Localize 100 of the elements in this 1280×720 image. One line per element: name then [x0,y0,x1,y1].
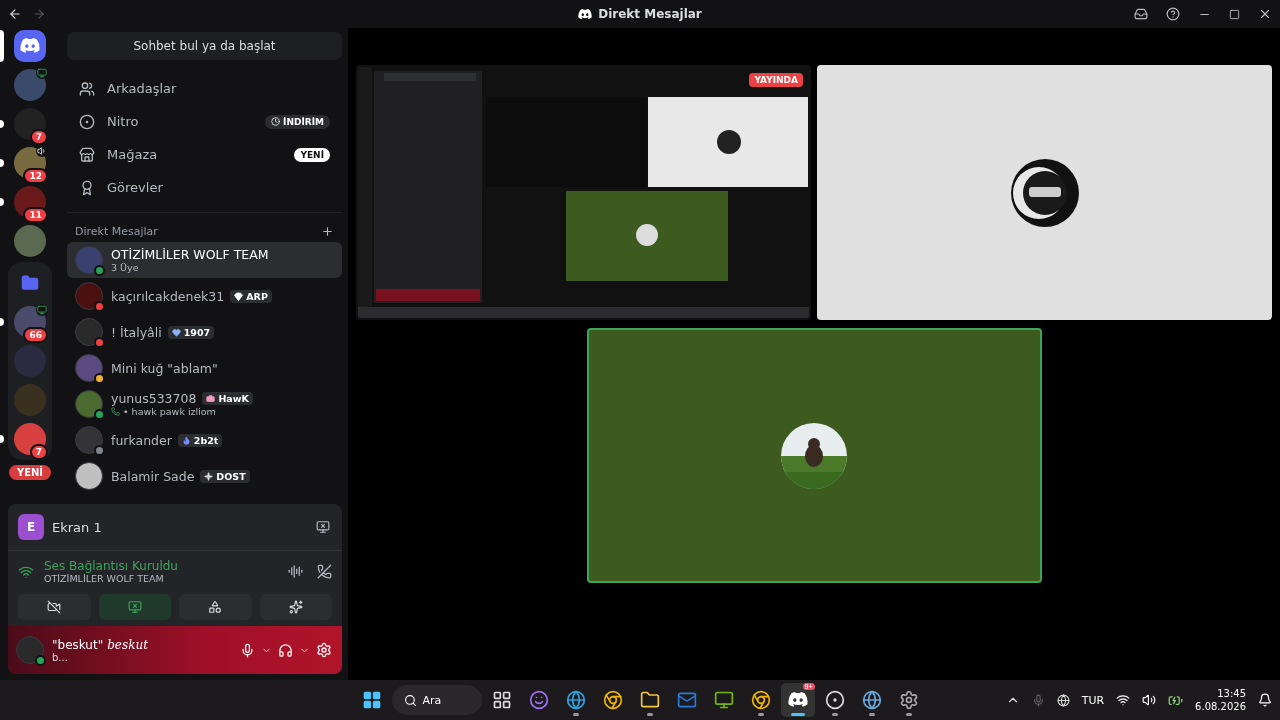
nav-label: Mağaza [107,147,158,162]
nav-label: Nitro [107,114,139,129]
gear-icon [898,690,919,710]
search-field[interactable]: Ara [391,685,482,715]
globe-icon [861,690,882,710]
shop-icon [79,146,95,163]
stream-tile[interactable]: YAYINDA [356,65,811,320]
sparkle-icon [204,471,214,481]
dm-name: OTİZİMLİLER WOLF TEAM [111,247,269,262]
activities-button[interactable] [179,594,252,620]
folder-icon [639,690,660,710]
settings-button[interactable] [314,640,334,660]
user-subtitle: b... [52,651,69,663]
add-icon[interactable] [321,225,334,238]
nav-tag: İNDİRİM [265,114,330,129]
disconnect-icon[interactable] [317,564,332,579]
mention-count: 12 [23,168,48,184]
chat-icon [528,690,549,710]
avatar [75,462,103,490]
dm-item[interactable]: yunus533708 HawK • hawk pawk izliom [67,386,342,422]
maximize-icon[interactable] [1229,8,1240,20]
voice-status: Ses Bağlantısı Kuruldu [44,559,178,573]
stream-icon: E [18,514,44,540]
monitor-icon [127,600,142,614]
dm-item[interactable]: kaçırılcakdenek31 ARP [67,278,342,314]
badge-icon [79,179,95,196]
globe-icon [565,690,586,710]
windows-icon [361,690,382,710]
dm-subtitle: • hawk pawk izliom [123,406,216,417]
dm-item[interactable]: Balamir Sade DOST [67,458,342,494]
soundboard-button[interactable] [259,594,332,620]
guild-tag: ARP [230,289,272,303]
dm-item[interactable]: furkander 2b2t [67,422,342,458]
clock-icon [271,117,281,126]
search-button[interactable]: Sohbet bul ya da başlat [67,32,342,60]
nav-item[interactable]: Görevler [67,171,342,204]
globe-icon[interactable] [1056,693,1070,707]
record-icon [824,690,845,710]
mention-count: 11 [23,207,48,223]
nav-label: Görevler [107,180,163,195]
nav-item[interactable]: Mağaza YENİ [67,138,342,171]
camera-off-icon [47,600,62,614]
settings-icon [316,642,332,658]
clock-date[interactable]: 6.08.2026 [1195,700,1246,713]
browser-icon [602,690,623,710]
noise-icon[interactable] [288,564,303,579]
screen-share-button[interactable] [98,594,171,620]
volume-icon[interactable] [1142,693,1157,707]
sparkles-icon [288,600,303,614]
dm-name: kaçırılcakdenek31 [111,288,225,304]
back-icon[interactable] [8,7,22,21]
section-header: Direkt Mesajlar [75,225,158,238]
nav-label: Arkadaşlar [107,81,177,96]
wifi-icon[interactable] [1116,693,1131,707]
close-icon[interactable] [1258,7,1272,21]
folder-icon[interactable] [21,274,39,292]
nav-tag: YENİ [294,147,330,162]
dm-item[interactable]: ! İtalyâli 1907 [67,314,342,350]
user-avatar[interactable] [16,636,44,664]
mention-count: 7 [29,129,48,145]
guild-tag: 2b2t [177,433,223,447]
stop-stream-button[interactable] [314,518,332,536]
inbox-icon[interactable] [1134,7,1148,21]
window-title: Direkt Mesajlar [598,7,702,21]
mail-icon [676,690,697,710]
dm-item[interactable]: OTİZİMLİLER WOLF TEAM 3 Üye [67,242,342,278]
camera-icon [206,394,216,403]
new-pill[interactable]: YENİ [8,465,52,480]
styled-name: beskut [107,637,148,652]
bell-icon[interactable] [1258,693,1272,707]
stream-tile[interactable] [817,65,1272,320]
browser-icon [750,690,771,710]
dm-name: Mini kuğ "ablam" [111,360,218,376]
live-badge: YAYINDA [749,73,803,87]
search-icon [403,693,417,707]
mention-count: 7 [29,444,48,460]
mic-icon[interactable] [1031,693,1045,707]
server-icon[interactable] [14,108,46,140]
server-icon[interactable] [14,423,46,455]
monitor-icon [713,690,734,710]
windows-stack-icon [491,690,512,710]
nav-item[interactable]: Nitro İNDİRİM [67,105,342,138]
people-icon [79,80,95,97]
language-indicator[interactable]: TUR [1081,693,1105,707]
mention-count: 66 [23,327,48,343]
camera-button[interactable] [18,594,91,620]
dm-item[interactable]: Mini kuğ "ablam" [67,350,342,386]
clock-time[interactable]: 13:45 [1217,687,1246,700]
mic-icon [240,642,255,658]
home-button[interactable] [14,30,46,62]
stream-tile[interactable] [586,328,1042,583]
nav-item[interactable]: Arkadaşlar [67,72,342,105]
help-icon[interactable] [1166,7,1180,21]
app-logo-icon [20,38,40,54]
flame-icon [181,435,191,445]
dm-name: ! İtalyâli [111,324,162,340]
app-logo-icon [787,692,808,708]
dm-subtitle: 3 Üye [111,262,139,273]
voice-channel: OTİZİMLİLER WOLF TEAM [44,573,165,584]
guild-tag: 1907 [167,325,215,339]
